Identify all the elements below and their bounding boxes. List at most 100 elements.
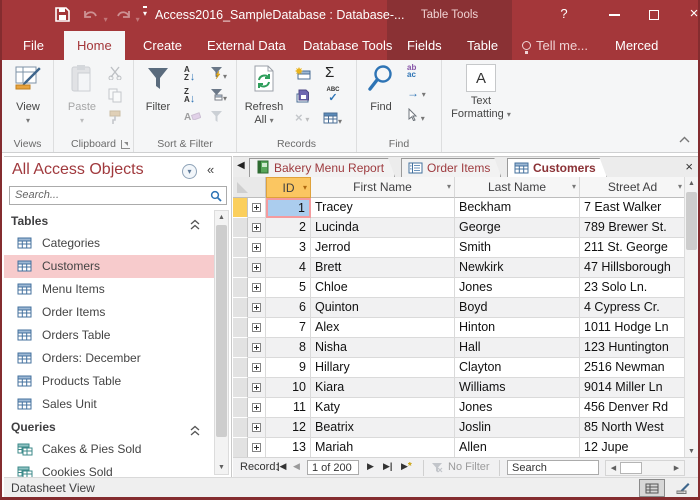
advanced-filter-icon[interactable]: ▾ <box>210 88 232 107</box>
maximize-icon[interactable] <box>637 0 671 28</box>
row-selector[interactable] <box>233 418 248 438</box>
expand-plus-icon[interactable] <box>252 323 261 332</box>
record-position-box[interactable]: 1 of 200 <box>307 460 359 475</box>
help-icon[interactable]: ? <box>547 0 581 28</box>
expand-row-cell[interactable] <box>248 398 266 418</box>
tell-me-box[interactable]: Tell me... <box>522 31 588 60</box>
cell[interactable]: 13 <box>266 438 311 458</box>
tab-home[interactable]: Home <box>64 31 125 60</box>
cell[interactable]: 85 North West <box>580 418 684 438</box>
totals-icon[interactable]: Σ <box>325 64 347 83</box>
cell[interactable]: Mariah <box>311 438 455 458</box>
sidebar-item-order-items[interactable]: Order Items <box>4 301 214 324</box>
cell[interactable]: Clayton <box>455 358 580 378</box>
expand-row-cell[interactable] <box>248 438 266 458</box>
cell[interactable]: 4 Cypress Cr. <box>580 298 684 318</box>
cell[interactable]: 3 <box>266 238 311 258</box>
cell[interactable]: Jones <box>455 398 580 418</box>
sidebar-item-menu-items[interactable]: Menu Items <box>4 278 214 301</box>
sidebar-item-orders-december[interactable]: Orders: December <box>4 347 214 370</box>
cell[interactable]: 211 St. George <box>580 238 684 258</box>
expand-row-cell[interactable] <box>248 298 266 318</box>
row-selector[interactable] <box>233 378 248 398</box>
sidebar-item-customers[interactable]: Customers <box>4 255 214 278</box>
select-icon[interactable]: ▾ <box>407 108 429 127</box>
cell[interactable]: Allen <box>455 438 580 458</box>
record-search-input[interactable]: Search <box>507 460 599 475</box>
redo-icon[interactable]: ▾ <box>114 8 140 28</box>
expand-row-cell[interactable] <box>248 358 266 378</box>
row-selector[interactable] <box>233 298 248 318</box>
row-selector[interactable] <box>233 218 248 238</box>
spelling-icon[interactable]: ABC ✓ <box>322 87 344 106</box>
cell[interactable]: 1011 Hodge Ln <box>580 318 684 338</box>
cell[interactable]: Beckham <box>455 198 580 218</box>
cell[interactable]: 2 <box>266 218 311 238</box>
close-icon[interactable]: × <box>677 0 700 28</box>
last-record-button[interactable]: ▶| <box>383 461 392 472</box>
expand-plus-icon[interactable] <box>252 363 261 372</box>
scroll-down-icon[interactable]: ▼ <box>215 461 228 474</box>
expand-row-cell[interactable] <box>248 378 266 398</box>
column-header-street-ad[interactable]: Street Ad▾ <box>580 177 684 198</box>
sidebar-section-header-tables[interactable]: Tables <box>4 210 214 232</box>
cell[interactable]: Hall <box>455 338 580 358</box>
minimize-icon[interactable] <box>597 0 631 28</box>
cell[interactable]: 9014 Miller Ln <box>580 378 684 398</box>
first-record-button[interactable]: |◀ <box>277 461 286 472</box>
sort-ascending-icon[interactable]: AZ↓ <box>184 66 206 85</box>
cell[interactable]: Boyd <box>455 298 580 318</box>
document-tab-customers[interactable]: Customers <box>507 158 607 177</box>
sheet-scroll-thumb[interactable] <box>686 192 697 250</box>
cell[interactable]: 2516 Newman <box>580 358 684 378</box>
tab-table[interactable]: Table <box>454 31 511 60</box>
datasheet-view-button[interactable] <box>639 479 665 497</box>
undo-icon[interactable]: ▾ <box>82 8 108 28</box>
cell[interactable]: Jones <box>455 278 580 298</box>
expand-row-cell[interactable] <box>248 318 266 338</box>
cell[interactable]: 23 Solo Ln. <box>580 278 684 298</box>
document-tab-order-items[interactable]: Order Items <box>401 158 501 177</box>
paste-button[interactable]: Paste▾ <box>60 64 104 127</box>
cut-icon[interactable] <box>108 66 130 85</box>
refresh-all-button[interactable]: Refresh All ▾ <box>241 64 287 127</box>
row-selector[interactable] <box>233 198 248 218</box>
scroll-left-icon[interactable]: ◀ <box>607 462 620 475</box>
row-selector[interactable] <box>233 358 248 378</box>
account-name[interactable]: Merced Flores <box>615 31 698 60</box>
cell[interactable]: Alex <box>311 318 455 338</box>
cell[interactable]: 7 East Walker <box>580 198 684 218</box>
cell[interactable]: 7 <box>266 318 311 338</box>
cell[interactable]: Beatrix <box>311 418 455 438</box>
expand-plus-icon[interactable] <box>252 283 261 292</box>
cell[interactable]: Jerrod <box>311 238 455 258</box>
cell[interactable]: 11 <box>266 398 311 418</box>
cell[interactable]: Lucinda <box>311 218 455 238</box>
expand-plus-icon[interactable] <box>252 423 261 432</box>
tab-create[interactable]: Create <box>130 31 195 60</box>
tab-external-data[interactable]: External Data <box>194 31 299 60</box>
datasheet-vscrollbar[interactable]: ▲ ▼ <box>684 177 698 458</box>
more-records-icon[interactable]: ▾ <box>323 112 345 131</box>
nav-scroll-thumb[interactable] <box>216 225 227 437</box>
sidebar-item-cakes-pies-sold[interactable]: Cakes & Pies Sold <box>4 438 214 461</box>
cell[interactable]: Nisha <box>311 338 455 358</box>
new-record-icon[interactable] <box>295 66 317 85</box>
clipboard-dialog-launcher-icon[interactable] <box>121 140 130 149</box>
cell[interactable]: Williams <box>455 378 580 398</box>
column-header-first-name[interactable]: First Name▾ <box>311 177 455 198</box>
expand-plus-icon[interactable] <box>252 263 261 272</box>
save-record-icon[interactable] <box>295 88 317 107</box>
previous-record-button[interactable]: ◀ <box>293 461 300 472</box>
cell[interactable]: 12 Jupe <box>580 438 684 458</box>
cell[interactable]: Tracey <box>311 198 455 218</box>
scroll-up-icon[interactable]: ▲ <box>685 177 698 190</box>
hscroll-thumb[interactable] <box>620 462 642 474</box>
close-document-icon[interactable]: × <box>685 159 693 174</box>
row-selector[interactable] <box>233 338 248 358</box>
format-painter-icon[interactable] <box>108 110 130 129</box>
expand-row-cell[interactable] <box>248 418 266 438</box>
cell[interactable]: Joslin <box>455 418 580 438</box>
cell[interactable]: 6 <box>266 298 311 318</box>
select-all-cell[interactable] <box>233 177 266 198</box>
